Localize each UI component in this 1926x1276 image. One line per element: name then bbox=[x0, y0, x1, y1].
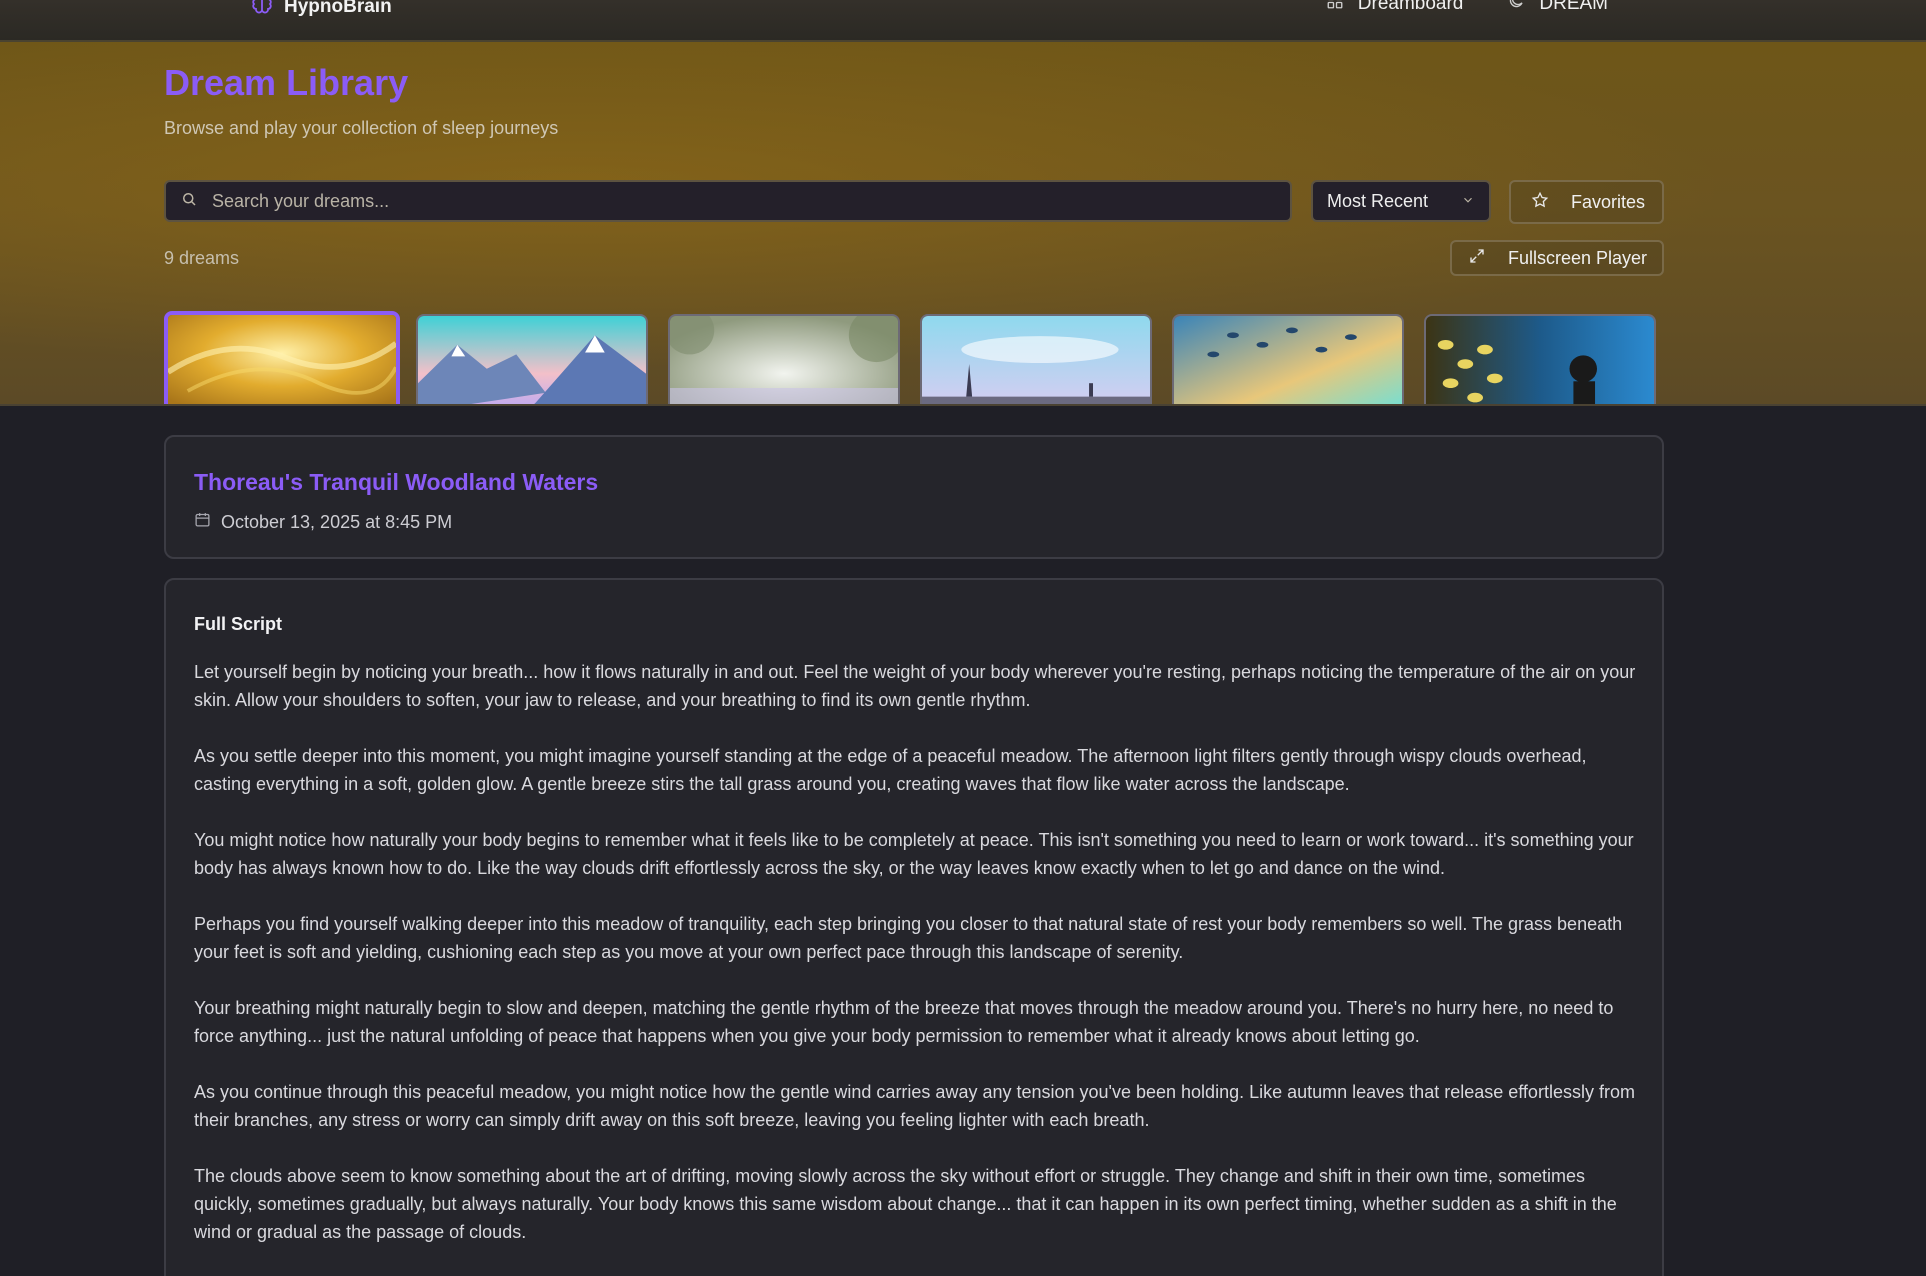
fullscreen-player-button[interactable]: Fullscreen Player bbox=[1450, 240, 1664, 276]
chevron-down-icon bbox=[1461, 191, 1475, 212]
script-body: Let yourself begin by noticing your brea… bbox=[194, 658, 1639, 1274]
favorites-label: Favorites bbox=[1571, 191, 1646, 212]
expand-icon bbox=[1468, 247, 1486, 270]
top-navbar: HypnoBrain Dreamboard DREAM bbox=[0, 0, 1926, 42]
fullscreen-label: Fullscreen Player bbox=[1508, 247, 1648, 268]
script-paragraph: Perhaps you find yourself walking deeper… bbox=[194, 914, 1623, 962]
dream-thumbnail-golden-sky[interactable] bbox=[164, 311, 400, 404]
nav-links: Dreamboard DREAM bbox=[1326, 0, 1608, 16]
search-input[interactable] bbox=[212, 190, 1252, 212]
brand-name: HypnoBrain bbox=[284, 0, 392, 17]
search-box[interactable] bbox=[164, 180, 1292, 222]
page-title: Dream Library bbox=[164, 62, 409, 103]
script-heading: Full Script bbox=[194, 614, 283, 634]
star-icon bbox=[1531, 191, 1549, 214]
full-script-card: Full Script Let yourself begin by notici… bbox=[164, 578, 1664, 1276]
nav-link-label: Dreamboard bbox=[1357, 0, 1464, 14]
dream-date: October 13, 2025 at 8:45 PM bbox=[194, 511, 452, 533]
nav-link-dreamboard[interactable]: Dreamboard bbox=[1326, 0, 1464, 16]
search-icon bbox=[180, 190, 198, 213]
dream-info-card: Thoreau's Tranquil Woodland Waters Octob… bbox=[164, 435, 1664, 559]
script-paragraph: Let yourself begin by noticing your brea… bbox=[194, 662, 1636, 710]
page-subtitle: Browse and play your collection of sleep… bbox=[164, 118, 559, 138]
moon-icon bbox=[1507, 0, 1525, 16]
brain-icon bbox=[250, 0, 274, 22]
calendar-icon bbox=[194, 511, 211, 533]
nav-link-label: DREAM bbox=[1539, 0, 1608, 14]
dream-title: Thoreau's Tranquil Woodland Waters bbox=[194, 469, 599, 495]
dream-thumbnail-strip bbox=[164, 311, 1664, 404]
dream-thumbnail-paris-skyline[interactable] bbox=[920, 314, 1152, 404]
nav-link-dream[interactable]: DREAM bbox=[1507, 0, 1608, 16]
sort-value: Most Recent bbox=[1327, 190, 1429, 211]
script-paragraph: Your breathing might naturally begin to … bbox=[194, 998, 1614, 1046]
dream-thumbnail-mountains[interactable] bbox=[416, 314, 648, 404]
script-paragraph: You might notice how naturally your body… bbox=[194, 830, 1634, 878]
dream-thumbnail-fish-school[interactable] bbox=[1172, 314, 1404, 404]
dream-thumbnail-scuba-diver[interactable] bbox=[1424, 314, 1656, 404]
dream-thumbnail-misty-forest[interactable] bbox=[668, 314, 900, 404]
library-header: Dream Library Browse and play your colle… bbox=[0, 42, 1926, 406]
grid-icon bbox=[1326, 0, 1344, 16]
brand-logo[interactable]: HypnoBrain bbox=[250, 0, 392, 22]
sort-select[interactable]: Most Recent bbox=[1311, 180, 1491, 222]
dream-date-text: October 13, 2025 at 8:45 PM bbox=[221, 511, 453, 532]
dream-count: 9 dreams bbox=[164, 248, 240, 268]
favorites-button[interactable]: Favorites bbox=[1509, 180, 1664, 224]
script-paragraph: As you settle deeper into this moment, y… bbox=[194, 746, 1587, 794]
script-paragraph: The clouds above seem to know something … bbox=[194, 1166, 1617, 1242]
script-paragraph: As you continue through this peaceful me… bbox=[194, 1082, 1635, 1130]
